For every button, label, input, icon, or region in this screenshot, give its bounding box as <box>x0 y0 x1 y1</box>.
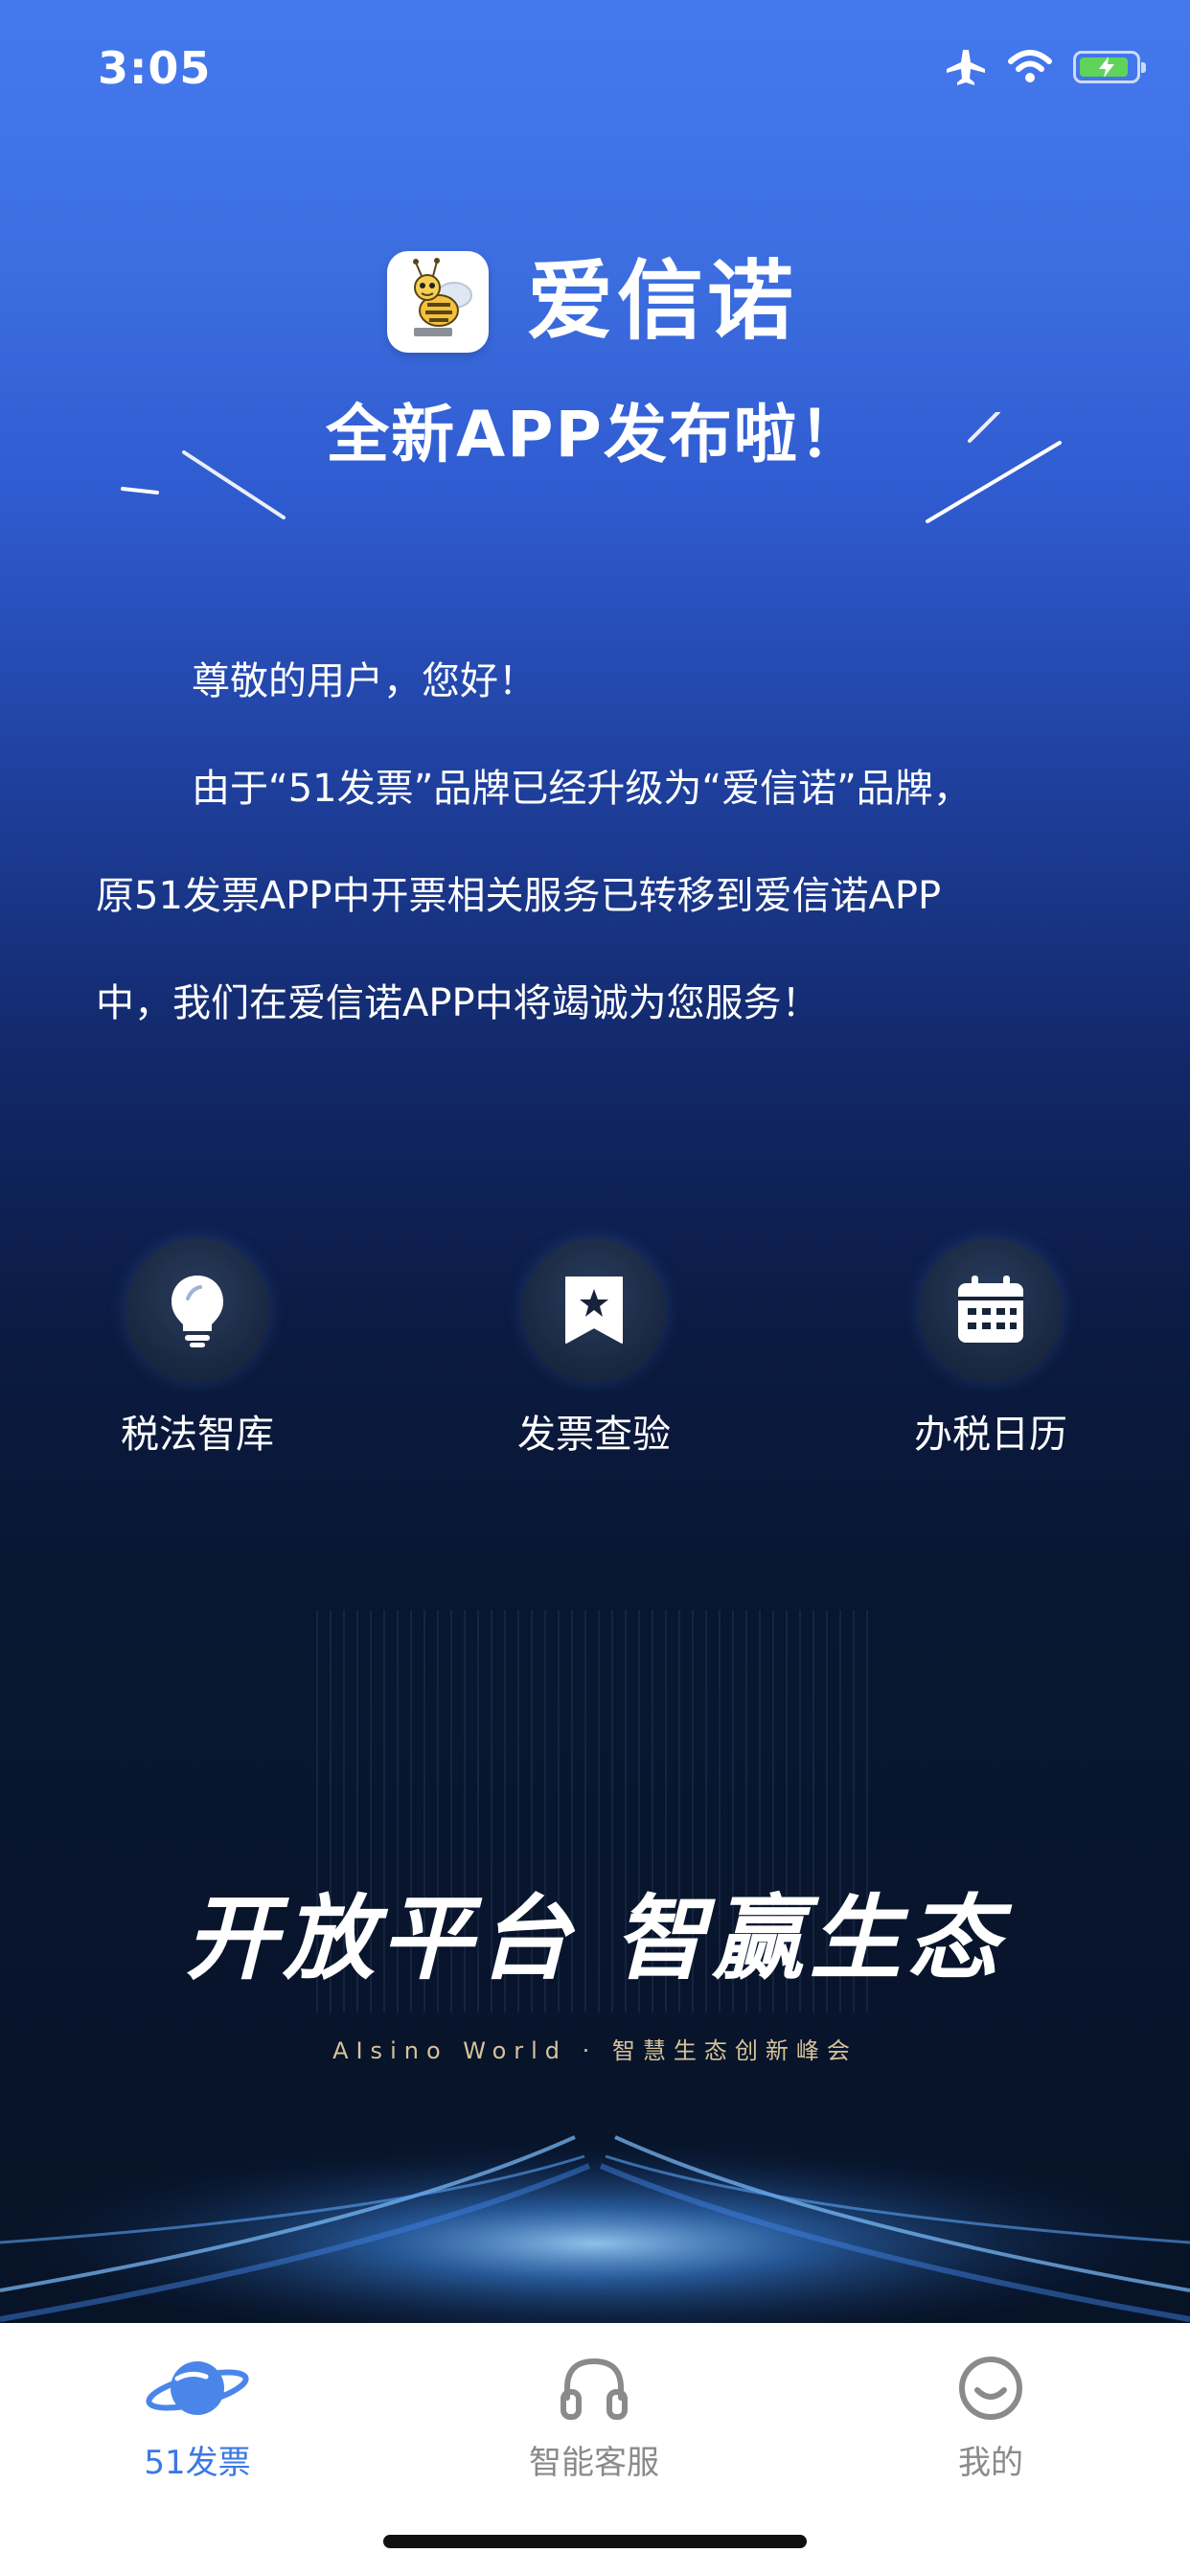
quick-action-icon-circle <box>126 1238 269 1382</box>
quick-action-tax-calendar[interactable]: 办税日历 <box>876 1238 1106 1459</box>
banner-slogan: 开放平台 智赢生态 <box>185 1884 1005 1992</box>
announcement-letter: 尊敬的用户，您好！ 由于“51发票”品牌已经升级为“爱信诺”品牌， 原51发票A… <box>96 628 1111 1057</box>
quick-action-icon-circle <box>919 1238 1063 1382</box>
tab-label: 智能客服 <box>529 2444 659 2482</box>
quick-action-label: 办税日历 <box>914 1413 1067 1457</box>
letter-body-line-3: 中，我们在爱信诺APP中将竭诚为您服务！ <box>96 981 820 1025</box>
calendar-icon <box>958 1276 1023 1343</box>
app-screen: 3:05 爱信诺 全新APP发布啦！ 尊敬的用户，您好！ 由于“51发票”品牌已… <box>0 0 1190 2323</box>
letter-body-line-2: 原51发票APP中开票相关服务已转移到爱信诺APP <box>96 874 942 918</box>
airplane-icon <box>947 50 985 85</box>
quick-action-label: 税法智库 <box>121 1413 274 1457</box>
smile-icon <box>959 2357 1022 2420</box>
status-time: 3:05 <box>98 42 212 94</box>
tab-smart-service[interactable]: 智能客服 <box>469 2350 719 2483</box>
app-logo <box>387 251 489 353</box>
banner-subline: AIsino World · 智慧生态创新峰会 <box>332 2037 858 2064</box>
battery-icon <box>1073 51 1146 83</box>
lightbulb-icon <box>172 1276 223 1347</box>
home-indicator[interactable] <box>383 2535 807 2548</box>
letter-body-line-1: 由于“51发票”品牌已经升级为“爱信诺”品牌， <box>192 767 972 811</box>
light-trail-graphic <box>0 2128 1190 2323</box>
quick-action-tax-law-library[interactable]: 税法智库 <box>82 1238 312 1459</box>
quick-action-icon-circle <box>522 1238 666 1382</box>
tab-label: 我的 <box>958 2444 1023 2482</box>
bee-icon <box>413 258 472 336</box>
wifi-icon <box>1008 50 1052 82</box>
tab-label: 51发票 <box>144 2444 251 2482</box>
sparkle-lines <box>121 412 1062 523</box>
brand-name: 爱信诺 <box>527 251 797 352</box>
tab-mine[interactable]: 我的 <box>866 2350 1115 2483</box>
tab-51-invoice[interactable]: 51发票 <box>73 2350 322 2483</box>
headset-icon <box>561 2358 628 2420</box>
quick-action-label: 发票查验 <box>517 1413 671 1457</box>
letter-greeting: 尊敬的用户，您好！ <box>192 659 537 703</box>
planet-icon <box>146 2361 249 2415</box>
quick-action-invoice-verify[interactable]: 发票查验 <box>479 1238 709 1459</box>
bookmark-star-icon <box>565 1276 623 1344</box>
status-icons <box>945 48 1146 86</box>
